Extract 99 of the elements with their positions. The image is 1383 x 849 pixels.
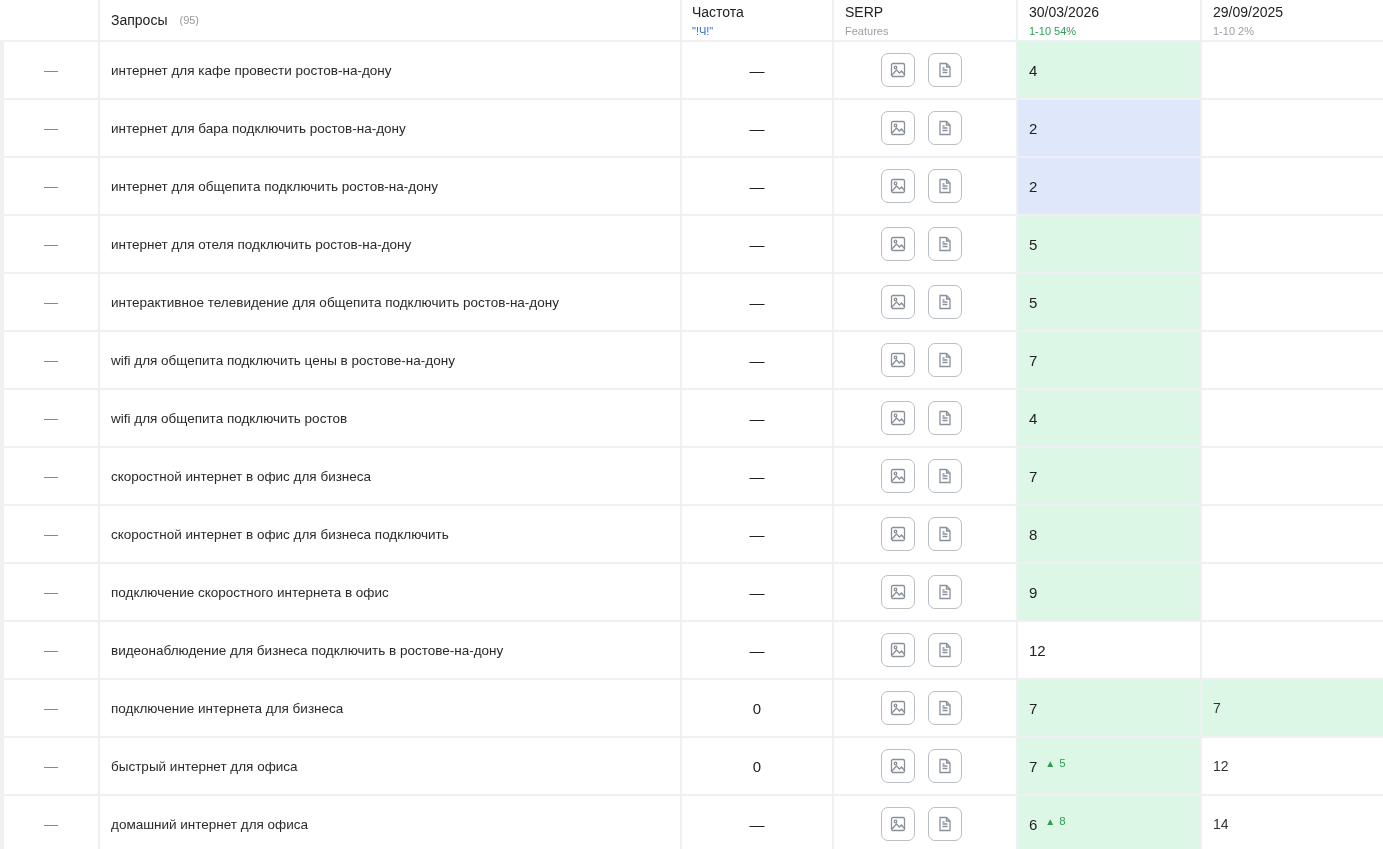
document-icon[interactable] <box>927 517 962 551</box>
document-icon[interactable] <box>927 227 962 261</box>
image-icon[interactable] <box>880 285 915 319</box>
query-text: интернет для кафе провести ростов-на-дону <box>111 62 392 78</box>
position-value: 6 <box>1029 815 1038 833</box>
query-text: wifi для общепита подключить цены в ростове-на-дону <box>111 352 455 368</box>
position-value: 5 <box>1029 235 1038 253</box>
document-icon[interactable] <box>927 807 962 841</box>
frequency-value: — <box>749 235 765 253</box>
dash: — <box>44 178 58 194</box>
dash: — <box>44 236 58 252</box>
query-text: интернет для бара подключить ростов-на-дону <box>111 120 406 136</box>
position-value: 12 <box>1029 641 1046 659</box>
frequency-value: — <box>749 293 765 311</box>
dash: — <box>44 526 58 542</box>
document-icon[interactable] <box>927 749 962 783</box>
image-icon[interactable] <box>880 227 915 261</box>
frequency-value: — <box>749 177 765 195</box>
frequency-value: — <box>749 583 765 601</box>
document-icon[interactable] <box>927 575 962 609</box>
query-text: подключение интернета для бизнеса <box>111 700 344 716</box>
frequency-value: — <box>749 641 765 659</box>
position-value: 2 <box>1029 177 1038 195</box>
column-title: Частота <box>692 3 744 20</box>
image-icon[interactable] <box>880 169 915 203</box>
query-text: быстрый интернет для офиса <box>111 758 298 774</box>
document-icon[interactable] <box>927 285 962 319</box>
frequency-value: 0 <box>752 757 762 775</box>
position-value: 7 <box>1029 757 1038 775</box>
query-text: домашний интернет для офиса <box>111 816 308 832</box>
position-value: 7 <box>1213 700 1221 716</box>
document-icon[interactable] <box>927 633 962 667</box>
frequency-value: — <box>749 467 765 485</box>
query-text: wifi для общепита подключить ростов <box>111 410 348 426</box>
frequency-value: — <box>749 525 765 543</box>
dash: — <box>44 410 58 426</box>
frequency-value: — <box>749 61 765 79</box>
date-title: 30/03/2026 <box>1029 3 1100 20</box>
frequency-value: — <box>749 351 765 369</box>
frequency-type: "!Ч!" <box>692 24 714 37</box>
image-icon[interactable] <box>880 517 915 551</box>
dash: — <box>44 62 58 78</box>
top-share: 1-10 54% <box>1029 24 1077 37</box>
position-value: 5 <box>1029 293 1038 311</box>
document-icon[interactable] <box>927 401 962 435</box>
document-icon[interactable] <box>927 459 962 493</box>
image-icon[interactable] <box>880 807 915 841</box>
position-value: 4 <box>1029 61 1038 79</box>
position-value: 4 <box>1029 409 1038 427</box>
column-title: Запросы <box>111 12 168 28</box>
frequency-value: — <box>749 409 765 427</box>
dash: — <box>44 700 58 716</box>
document-icon[interactable] <box>927 691 962 725</box>
position-value: 7 <box>1029 467 1038 485</box>
image-icon[interactable] <box>880 401 915 435</box>
query-text: видеонаблюдение для бизнеса подключить в ростове-на-дону <box>111 642 504 658</box>
image-icon[interactable] <box>880 459 915 493</box>
dash: — <box>44 120 58 136</box>
query-count: (95) <box>179 14 200 26</box>
dash: — <box>44 352 58 368</box>
document-icon[interactable] <box>927 53 962 87</box>
position-value: 12 <box>1213 758 1229 774</box>
dash: — <box>44 468 58 484</box>
column-subtitle: Features <box>845 24 889 37</box>
dash: — <box>44 584 58 600</box>
query-text: интернет для отеля подключить ростов-на-дону <box>111 236 412 252</box>
document-icon[interactable] <box>927 169 962 203</box>
dash: — <box>44 758 58 774</box>
image-icon[interactable] <box>880 749 915 783</box>
dash: — <box>44 816 58 832</box>
position-value: 7 <box>1029 351 1038 369</box>
position-value: 7 <box>1029 699 1038 717</box>
query-text: подключение скоростного интернета в офис <box>111 584 389 600</box>
date-title: 29/09/2025 <box>1213 3 1284 20</box>
document-icon[interactable] <box>927 343 962 377</box>
query-text: интерактивное телевидение для общепита подключить ростов-на-дону <box>111 294 559 310</box>
frequency-value: — <box>749 815 765 833</box>
position-value: 14 <box>1213 816 1229 832</box>
image-icon[interactable] <box>880 633 915 667</box>
image-icon[interactable] <box>880 343 915 377</box>
column-title: SERP <box>845 3 884 20</box>
query-text: интернет для общепита подключить ростов-на-дону <box>111 178 438 194</box>
top-share: 1-10 2% <box>1213 24 1254 37</box>
position-change: ▲ 5 <box>1045 757 1066 769</box>
image-icon[interactable] <box>880 111 915 145</box>
image-icon[interactable] <box>880 691 915 725</box>
dash: — <box>44 294 58 310</box>
position-value: 8 <box>1029 525 1038 543</box>
query-text: скоростной интернет в офис для бизнеса подключить <box>111 526 449 542</box>
position-value: 2 <box>1029 119 1038 137</box>
image-icon[interactable] <box>880 53 915 87</box>
position-change: ▲ 8 <box>1045 815 1066 827</box>
dash: — <box>44 642 58 658</box>
image-icon[interactable] <box>880 575 915 609</box>
frequency-value: 0 <box>752 699 762 717</box>
document-icon[interactable] <box>927 111 962 145</box>
position-value: 9 <box>1029 583 1038 601</box>
frequency-value: — <box>749 119 765 137</box>
query-text: скоростной интернет в офис для бизнеса <box>111 468 372 484</box>
